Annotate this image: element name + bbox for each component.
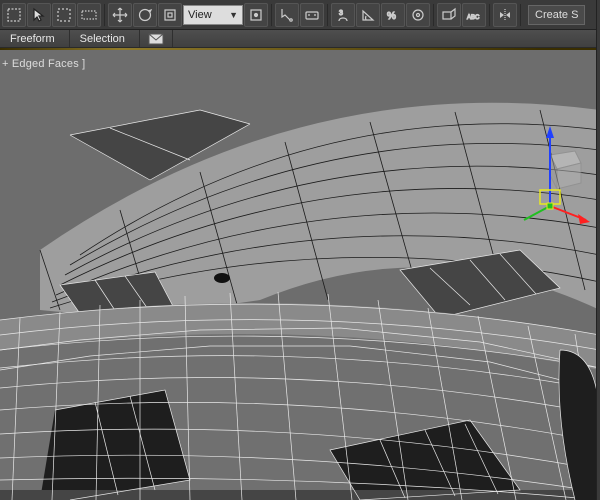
toolbar-separator [327, 4, 328, 26]
main-toolbar: View ▼ 3 % ABC Create S [0, 0, 600, 30]
ribbon-group-label: Selection [80, 33, 125, 45]
scene-object-car-mesh[interactable]: .wf { fill:none; stroke:#e8e8e8; stroke-… [0, 50, 600, 500]
toolbar-separator [271, 4, 272, 26]
select-object-cursor-icon[interactable] [27, 3, 51, 27]
named-selection-edit-icon[interactable] [437, 3, 461, 27]
ribbon-bar: Freeform Selection [0, 30, 600, 48]
mirror-tool-icon[interactable] [493, 3, 517, 27]
keyboard-shortcut-toggle-icon[interactable] [300, 3, 324, 27]
svg-text:3: 3 [339, 10, 343, 17]
move-tool-icon[interactable] [108, 3, 132, 27]
use-pivot-center-icon[interactable] [244, 3, 268, 27]
toolbar-separator [104, 4, 105, 26]
perspective-viewport[interactable]: + Edged Faces ] . [0, 50, 600, 500]
svg-text:%: % [387, 11, 396, 22]
command-panel-edge[interactable] [596, 0, 600, 500]
scale-tool-icon[interactable] [158, 3, 182, 27]
rotate-tool-icon[interactable] [133, 3, 157, 27]
command-panel-tab-create[interactable]: Create S [528, 5, 585, 25]
snap-3d-toggle-icon[interactable]: 3 [331, 3, 355, 27]
named-selection-abc-icon[interactable]: ABC [462, 3, 486, 27]
selection-region-fence-icon[interactable] [77, 3, 101, 27]
reference-coordinate-label: View [188, 9, 212, 21]
selection-region-lasso-icon[interactable] [52, 3, 76, 27]
angle-snap-toggle-icon[interactable] [356, 3, 380, 27]
selection-region-rect-icon[interactable] [2, 3, 26, 27]
ribbon-group-collapsed[interactable] [140, 30, 173, 47]
toolbar-separator [489, 4, 490, 26]
reference-coordinate-dropdown[interactable]: View ▼ [183, 5, 243, 25]
spinner-snap-toggle-icon[interactable] [406, 3, 430, 27]
command-panel-tab-label: Create S [535, 9, 578, 21]
percent-snap-toggle-icon[interactable]: % [381, 3, 405, 27]
svg-text:ABC: ABC [467, 15, 480, 21]
chevron-down-icon: ▼ [229, 10, 238, 20]
envelope-icon [148, 32, 164, 46]
toolbar-separator [433, 4, 434, 26]
select-and-manipulate-icon[interactable] [275, 3, 299, 27]
toolbar-separator [520, 4, 521, 26]
ribbon-group-label: Freeform [10, 33, 55, 45]
ribbon-group-freeform[interactable]: Freeform [0, 30, 70, 47]
ribbon-group-selection[interactable]: Selection [70, 30, 140, 47]
viewport-shading-label[interactable]: + Edged Faces ] [2, 58, 85, 70]
transform-gizmo[interactable] [520, 120, 590, 230]
